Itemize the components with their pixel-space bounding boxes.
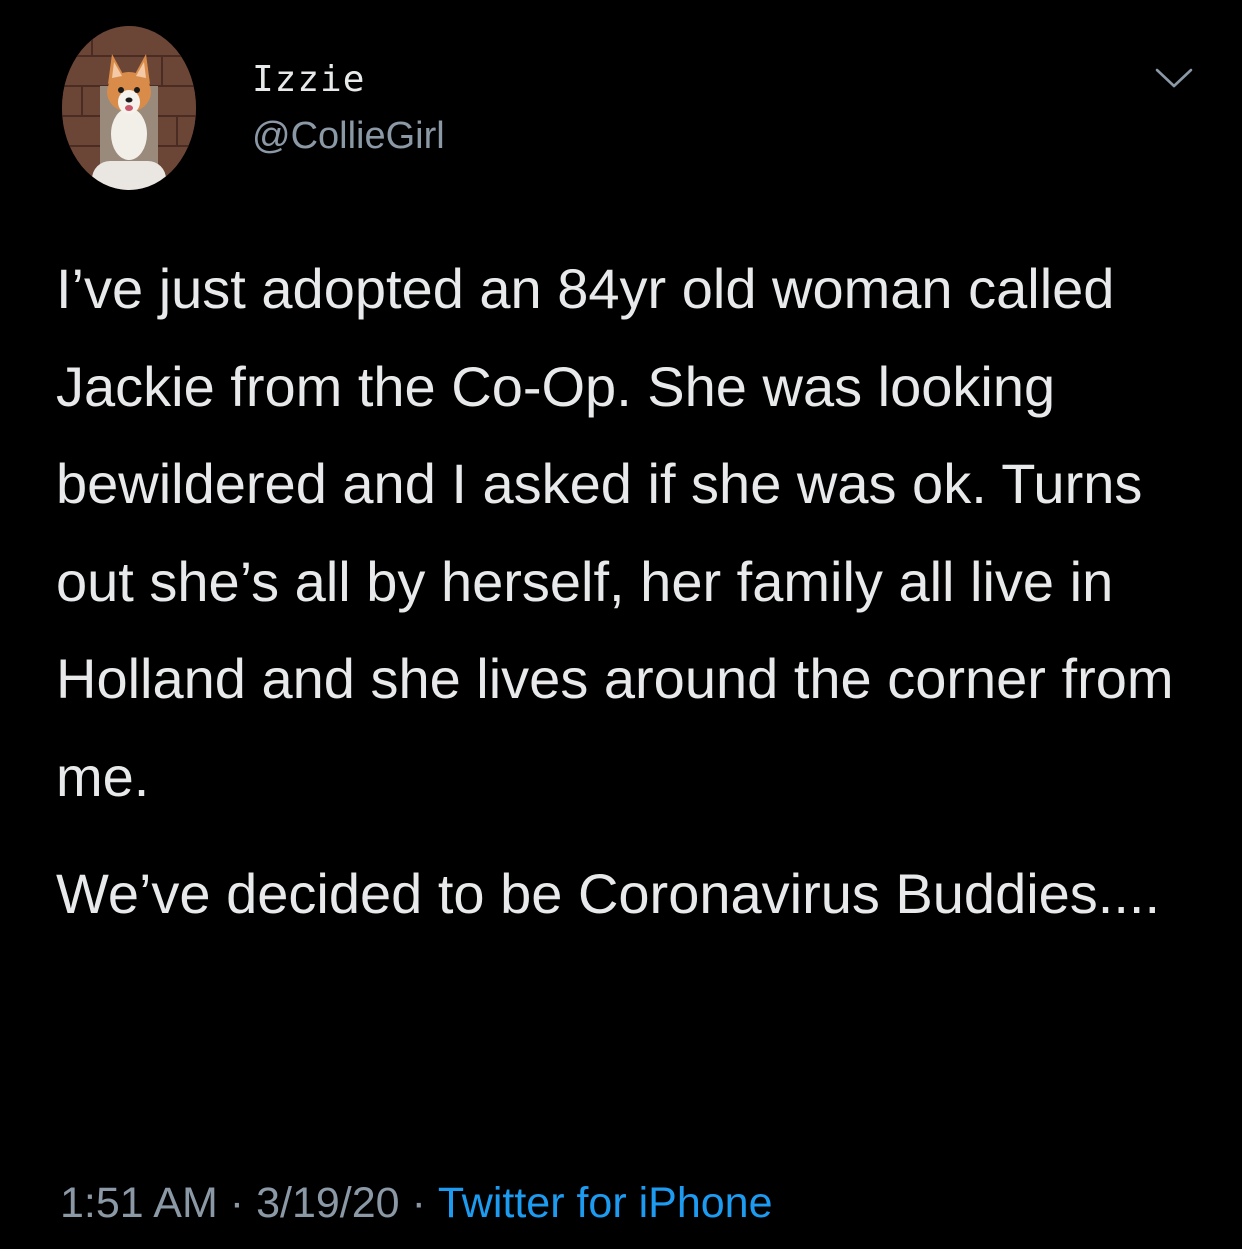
- tweet-meta: 1:51 AM · 3/19/20 · Twitter for iPhone: [60, 1175, 772, 1231]
- meta-separator: ·: [411, 1179, 426, 1227]
- tweet-text-paragraph-1: I’ve just adopted an 84yr old woman call…: [56, 257, 1174, 808]
- corgi-avatar-icon: [62, 26, 196, 190]
- tweet: Izzie @CollieGirl I’ve just adopted an 8…: [0, 0, 1242, 1249]
- meta-separator: ·: [229, 1179, 245, 1227]
- tweet-source-link[interactable]: Twitter for iPhone: [438, 1179, 773, 1227]
- display-name[interactable]: Izzie: [252, 56, 445, 104]
- tweet-time[interactable]: 1:51 AM: [60, 1179, 218, 1227]
- avatar[interactable]: [62, 26, 196, 190]
- tweet-header: Izzie @CollieGirl: [62, 26, 1202, 192]
- tweet-text-paragraph-2: We’ve decided to be Coronavirus Buddies.…: [56, 862, 1161, 925]
- author-names: Izzie @CollieGirl: [252, 56, 445, 162]
- chevron-down-icon[interactable]: [1154, 66, 1194, 90]
- tweet-date[interactable]: 3/19/20: [256, 1179, 399, 1227]
- username-handle[interactable]: @CollieGirl: [252, 110, 445, 162]
